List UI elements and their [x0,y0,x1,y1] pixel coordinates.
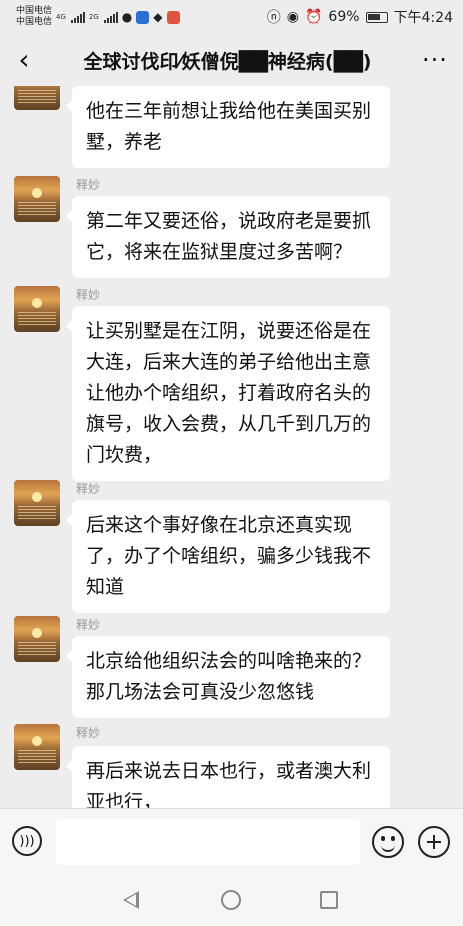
wechat-notification-icon: ● [121,10,133,24]
triangle-back-icon[interactable] [123,891,139,909]
emoji-icon[interactable] [372,826,404,858]
battery-percent: 69% [328,9,360,25]
carrier-names: 中国电信 中国电信 [16,6,52,28]
nfc-icon: ⓝ [266,10,281,26]
voice-icon[interactable]: ))) [12,826,42,856]
message-bubble[interactable]: 他在三年前想让我给他在美国买别墅，养老 [66,86,390,168]
more-button[interactable]: ··· [407,46,463,74]
square-recent-icon[interactable] [320,891,338,909]
chat-header: ‹ 全球讨伐印⁄妖僧倪██神经病(██) ··· [0,34,463,86]
clock: 下午4:24 [393,10,453,26]
chevron-left-icon: ‹ [18,43,30,76]
system-nav-bar [0,874,463,926]
avatar[interactable] [14,286,60,332]
status-bar: 中国电信 中国电信 4G 2G ● ◆ ⓝ ◉ ⏰ 69% 下午4:24 [0,0,463,34]
avatar[interactable] [14,176,60,222]
circle-home-icon[interactable] [221,890,241,910]
eye-icon: ◉ [286,9,299,25]
sender-name: 释妙 [76,618,101,632]
app-notification-icon [136,10,150,24]
status-right: ⓝ ◉ ⏰ 69% 下午4:24 [267,7,453,27]
message-list[interactable]: 他在三年前想让我给他在美国买别墅，养老 释妙 第二年又要还俗，说政府老是要抓它，… [0,86,463,808]
plus-icon[interactable] [418,826,450,858]
back-button[interactable]: ‹ [0,34,48,86]
sender-name: 释妙 [76,288,101,302]
sender-name: 释妙 [76,178,101,192]
avatar[interactable] [14,480,60,526]
network-type-1: 4G [56,13,66,21]
carrier-2: 中国电信 [16,17,53,27]
signal-icon [70,11,85,23]
app-notification-icon [166,10,180,24]
network-type-2: 2G [88,13,99,21]
avatar[interactable] [14,616,60,662]
signal-icon [103,11,118,23]
message-bubble[interactable]: 第二年又要还俗，说政府老是要抓它，将来在监狱里度过多苦啊？ [66,196,390,278]
input-bar: ))) [0,808,463,874]
message-bubble[interactable]: 让买别墅是在江阴，说要还俗是在大连，后来大连的弟子给他出主意让他办个啥组织，打着… [66,306,390,481]
message-bubble[interactable]: 后来这个事好像在北京还真实现了，办了个啥组织，骗多少钱我不知道 [66,500,390,613]
avatar[interactable] [14,86,60,110]
sender-name: 释妙 [76,482,101,496]
battery-icon [365,11,388,23]
sender-name: 释妙 [76,726,101,740]
alarm-icon: ⏰ [304,9,323,25]
carrier-1: 中国电信 [16,6,53,16]
more-dots-icon: ··· [422,46,448,74]
status-left: 中国电信 中国电信 4G 2G ● ◆ [16,6,180,28]
avatar[interactable] [14,724,60,770]
qq-notification-icon: ◆ [153,10,163,24]
message-input[interactable] [56,819,360,865]
message-bubble[interactable]: 再后来说去日本也行，或者澳大利亚也行， [66,746,390,808]
chat-title: 全球讨伐印⁄妖僧倪██神经病(██) [83,50,372,73]
message-bubble[interactable]: 北京给他组织法会的叫啥艳来的？那几场法会可真没少忽悠钱 [66,636,390,718]
